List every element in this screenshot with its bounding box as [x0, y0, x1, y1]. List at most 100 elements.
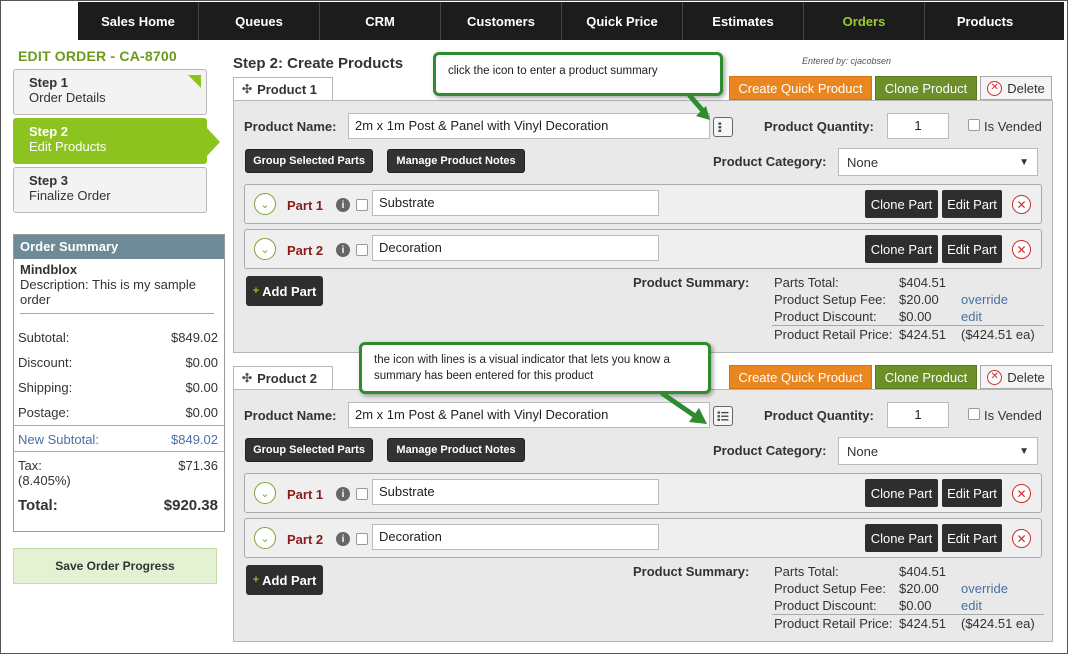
part-checkbox[interactable]	[356, 244, 368, 256]
drag-handle-icon[interactable]: ✣	[242, 371, 252, 385]
category-value: None	[847, 443, 879, 459]
nav-sales-home[interactable]: Sales Home	[78, 2, 199, 40]
edit-discount-link[interactable]: edit	[961, 598, 982, 613]
product-name-field[interactable]: 2m x 1m Post & Panel with Vinyl Decorati…	[348, 113, 710, 139]
add-part-button[interactable]: + Add Part	[246, 565, 323, 595]
product-discount-label: Product Discount:	[774, 309, 877, 324]
clone-part-button[interactable]: Clone Part	[865, 190, 938, 218]
product-category-select[interactable]: None ▼	[838, 437, 1038, 465]
override-link[interactable]: override	[961, 292, 1008, 307]
create-quick-product-button[interactable]: Create Quick Product	[729, 76, 872, 100]
product-category-select[interactable]: None ▼	[838, 148, 1038, 176]
delete-label: Delete	[1007, 369, 1045, 385]
top-nav: Sales Home Queues CRM Customers Quick Pr…	[0, 0, 1068, 40]
product-quantity-field[interactable]: 1	[887, 402, 949, 428]
info-icon[interactable]: i	[336, 243, 350, 257]
part-name-field[interactable]: Substrate	[372, 190, 659, 216]
chevron-down-icon[interactable]: ⌄	[254, 527, 276, 549]
postage-label: Postage:	[18, 405, 70, 420]
nav-queues[interactable]: Queues	[199, 2, 320, 40]
setup-fee-value: $20.00	[899, 292, 939, 307]
step-1-order-details[interactable]: Step 1 Order Details	[13, 69, 207, 115]
step-number: Step 1	[29, 75, 69, 90]
info-icon[interactable]: i	[336, 487, 350, 501]
product-discount-value: $0.00	[899, 598, 932, 613]
add-part-button[interactable]: + Add Part	[246, 276, 323, 306]
step-3-finalize-order[interactable]: Step 3 Finalize Order	[13, 167, 207, 213]
chevron-down-icon[interactable]: ⌄	[254, 238, 276, 260]
divider	[772, 614, 1044, 615]
entered-by: Entered by: cjacobsen	[802, 56, 892, 66]
tab-product-1[interactable]: ✣ Product 1	[233, 77, 333, 100]
part-label: Part 2	[287, 243, 324, 258]
edit-part-button[interactable]: Edit Part	[942, 524, 1002, 552]
clone-part-button[interactable]: Clone Part	[865, 479, 938, 507]
product-category-label: Product Category:	[713, 443, 827, 458]
retail-price-label: Product Retail Price:	[774, 616, 893, 631]
part-checkbox[interactable]	[356, 199, 368, 211]
override-link[interactable]: override	[961, 581, 1008, 596]
clone-part-button[interactable]: Clone Part	[865, 524, 938, 552]
save-order-progress-button[interactable]: Save Order Progress	[13, 548, 217, 584]
group-selected-parts-button[interactable]: Group Selected Parts	[245, 149, 373, 173]
nav-orders[interactable]: Orders	[804, 2, 925, 40]
part-checkbox[interactable]	[356, 488, 368, 500]
chevron-down-icon[interactable]: ⌄	[254, 193, 276, 215]
retail-price-each: ($424.51 ea)	[961, 616, 1035, 631]
discount-value: $0.00	[185, 355, 218, 370]
part-label: Part 1	[287, 487, 324, 502]
is-vended-checkbox[interactable]	[968, 119, 980, 131]
part-name-field[interactable]: Decoration	[372, 524, 659, 550]
tab-product-2[interactable]: ✣ Product 2	[233, 366, 333, 389]
tax-label: Tax: (8.405%)	[18, 458, 71, 488]
is-vended-checkbox[interactable]	[968, 408, 980, 420]
nav-customers[interactable]: Customers	[441, 2, 562, 40]
delete-part-icon[interactable]: ✕	[1012, 195, 1031, 214]
order-summary-panel: Order Summary Mindblox Description: This…	[13, 234, 225, 532]
edit-discount-link[interactable]: edit	[961, 309, 982, 324]
step-2-edit-products[interactable]: Step 2 Edit Products	[13, 118, 220, 164]
divider	[20, 313, 214, 314]
nav-crm[interactable]: CRM	[320, 2, 441, 40]
delete-part-icon[interactable]: ✕	[1012, 240, 1031, 259]
part-checkbox[interactable]	[356, 533, 368, 545]
part-name-field[interactable]: Substrate	[372, 479, 659, 505]
edit-part-button[interactable]: Edit Part	[942, 190, 1002, 218]
info-icon[interactable]: i	[336, 532, 350, 546]
delete-product-button[interactable]: ✕ Delete	[980, 365, 1052, 389]
delete-product-button[interactable]: ✕ Delete	[980, 76, 1052, 100]
drag-handle-icon[interactable]: ✣	[242, 82, 252, 96]
setup-fee-label: Product Setup Fee:	[774, 292, 887, 307]
product-quantity-field[interactable]: 1	[887, 113, 949, 139]
step-label: Edit Products	[29, 139, 107, 154]
customer-name: Mindblox	[20, 262, 78, 277]
category-value: None	[847, 154, 879, 170]
nav-quick-price[interactable]: Quick Price	[562, 2, 683, 40]
clone-part-button[interactable]: Clone Part	[865, 235, 938, 263]
info-icon[interactable]: i	[336, 198, 350, 212]
manage-product-notes-button[interactable]: Manage Product Notes	[387, 438, 525, 462]
nav-estimates[interactable]: Estimates	[683, 2, 804, 40]
edit-part-button[interactable]: Edit Part	[942, 479, 1002, 507]
delete-part-icon[interactable]: ✕	[1012, 484, 1031, 503]
delete-part-icon[interactable]: ✕	[1012, 529, 1031, 548]
discount-row: Discount: $0.00	[18, 355, 218, 370]
edit-part-button[interactable]: Edit Part	[942, 235, 1002, 263]
new-subtotal-label: New Subtotal:	[18, 432, 99, 447]
nav-products[interactable]: Products	[925, 2, 1045, 40]
plus-icon: +	[252, 285, 260, 297]
setup-fee-value: $20.00	[899, 581, 939, 596]
is-vended-label: Is Vended	[984, 119, 1042, 134]
subtotal-value: $849.02	[171, 330, 218, 345]
callout-indicator-tip: the icon with lines is a visual indicato…	[359, 342, 711, 394]
clone-product-button[interactable]: Clone Product	[875, 76, 977, 100]
divider	[14, 425, 224, 426]
manage-product-notes-button[interactable]: Manage Product Notes	[387, 149, 525, 173]
part-name-field[interactable]: Decoration	[372, 235, 659, 261]
summary-lines-icon[interactable]	[713, 406, 733, 426]
page-title: Step 2: Create Products	[233, 55, 404, 72]
chevron-down-icon[interactable]: ⌄	[254, 482, 276, 504]
group-selected-parts-button[interactable]: Group Selected Parts	[245, 438, 373, 462]
create-quick-product-button[interactable]: Create Quick Product	[729, 365, 872, 389]
clone-product-button[interactable]: Clone Product	[875, 365, 977, 389]
